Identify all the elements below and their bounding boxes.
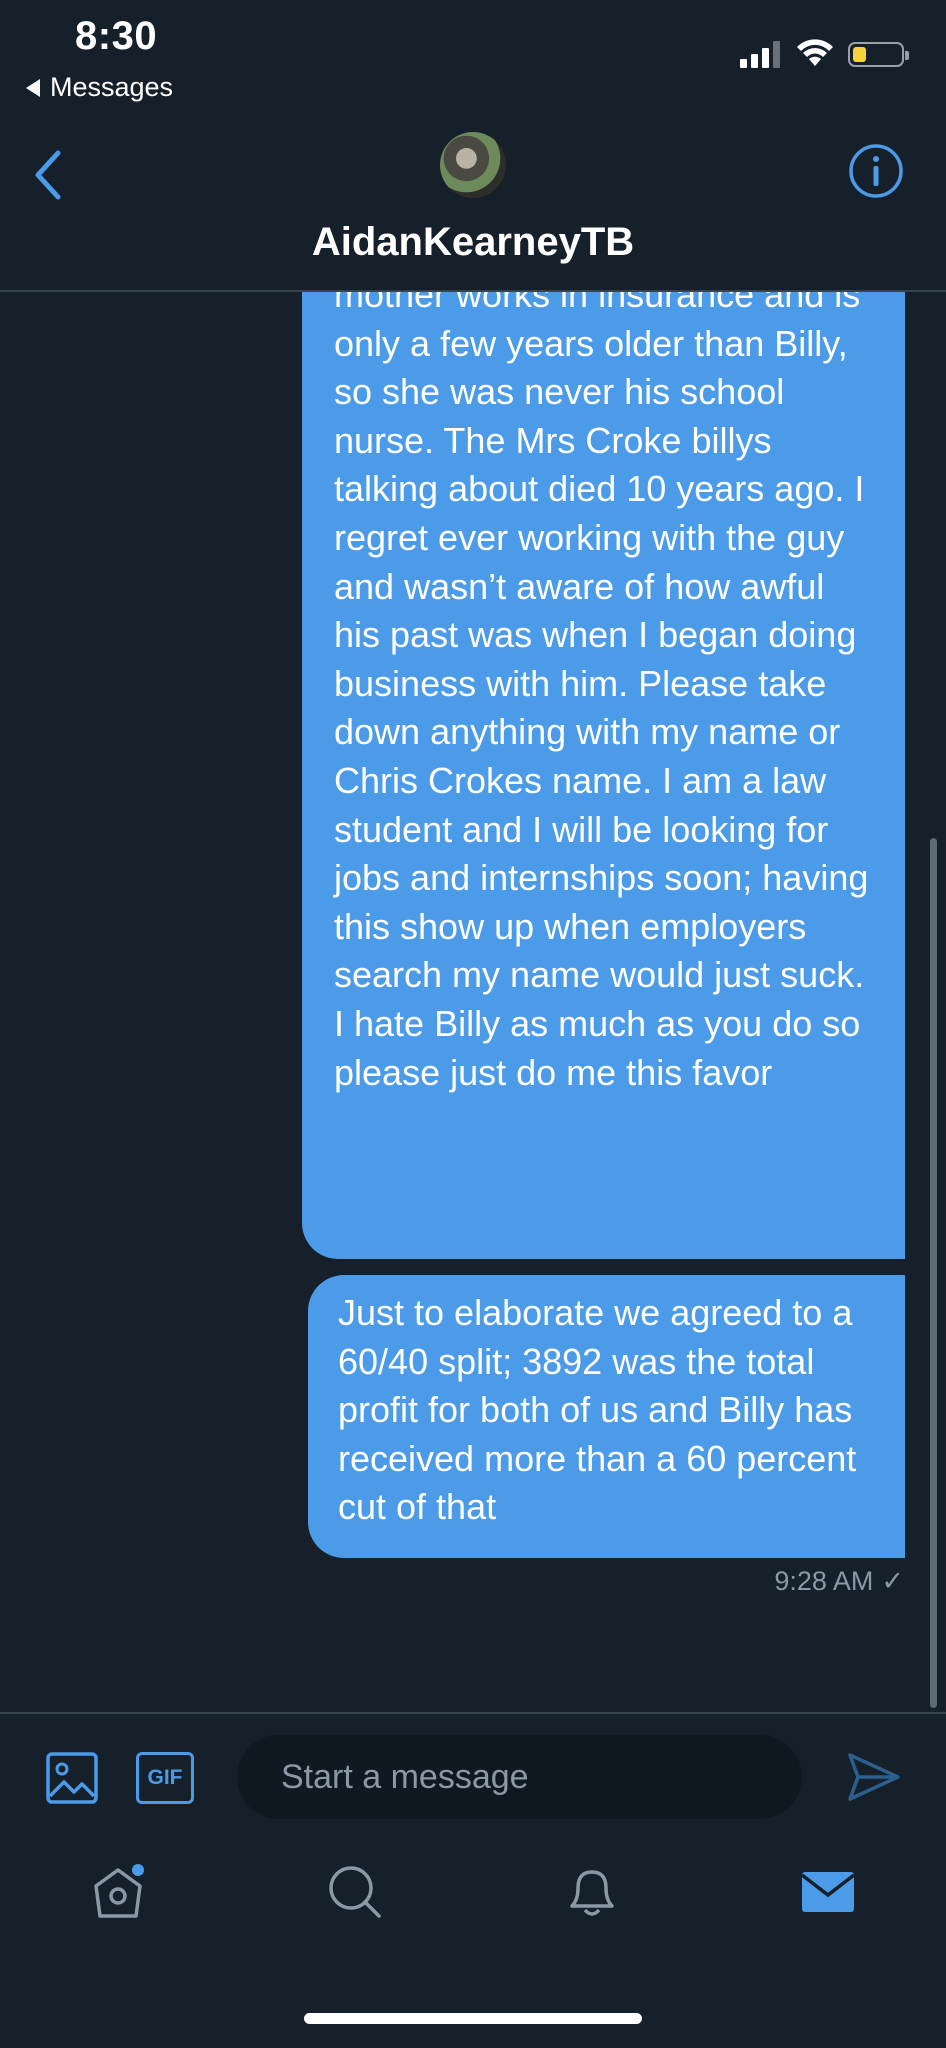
battery-icon xyxy=(848,42,909,67)
message-composer: GIF xyxy=(0,1712,946,1842)
cellular-signal-icon xyxy=(740,40,780,68)
back-chevron-icon[interactable] xyxy=(30,145,70,205)
gif-button[interactable]: GIF xyxy=(136,1752,194,1804)
message-thread[interactable]: mother works in insurance and is only a … xyxy=(0,292,946,1712)
back-to-app-link[interactable]: Messages xyxy=(26,72,173,103)
scrollbar[interactable] xyxy=(930,838,937,1708)
send-icon[interactable] xyxy=(846,1750,902,1804)
conversation-title: AidanKearneyTB xyxy=(311,220,635,264)
wifi-icon xyxy=(797,39,833,66)
bell-icon[interactable] xyxy=(562,1862,622,1922)
image-icon[interactable] xyxy=(44,1750,100,1806)
back-app-label: Messages xyxy=(50,72,174,102)
search-icon[interactable] xyxy=(325,1862,385,1922)
message-input[interactable] xyxy=(237,1735,802,1819)
avatar[interactable] xyxy=(440,132,506,198)
status-bar: 8:30 Messages xyxy=(0,0,946,115)
info-icon[interactable] xyxy=(848,143,904,199)
message-timestamp: 9:28 AM ✓ xyxy=(700,1566,904,1597)
message-bubble[interactable]: Just to elaborate we agreed to a 60/40 s… xyxy=(308,1275,905,1558)
mail-icon[interactable] xyxy=(798,1862,858,1922)
bottom-tab-bar xyxy=(0,1842,946,1952)
timestamp-text: 9:28 AM xyxy=(774,1566,874,1596)
back-triangle-icon xyxy=(26,78,40,97)
sent-check-icon: ✓ xyxy=(881,1566,904,1596)
home-icon[interactable] xyxy=(88,1862,148,1922)
message-bubble[interactable]: mother works in insurance and is only a … xyxy=(302,292,905,1259)
status-time: 8:30 xyxy=(75,14,158,58)
conversation-header: AidanKearneyTB xyxy=(0,115,946,292)
home-indicator[interactable] xyxy=(304,2013,642,2024)
